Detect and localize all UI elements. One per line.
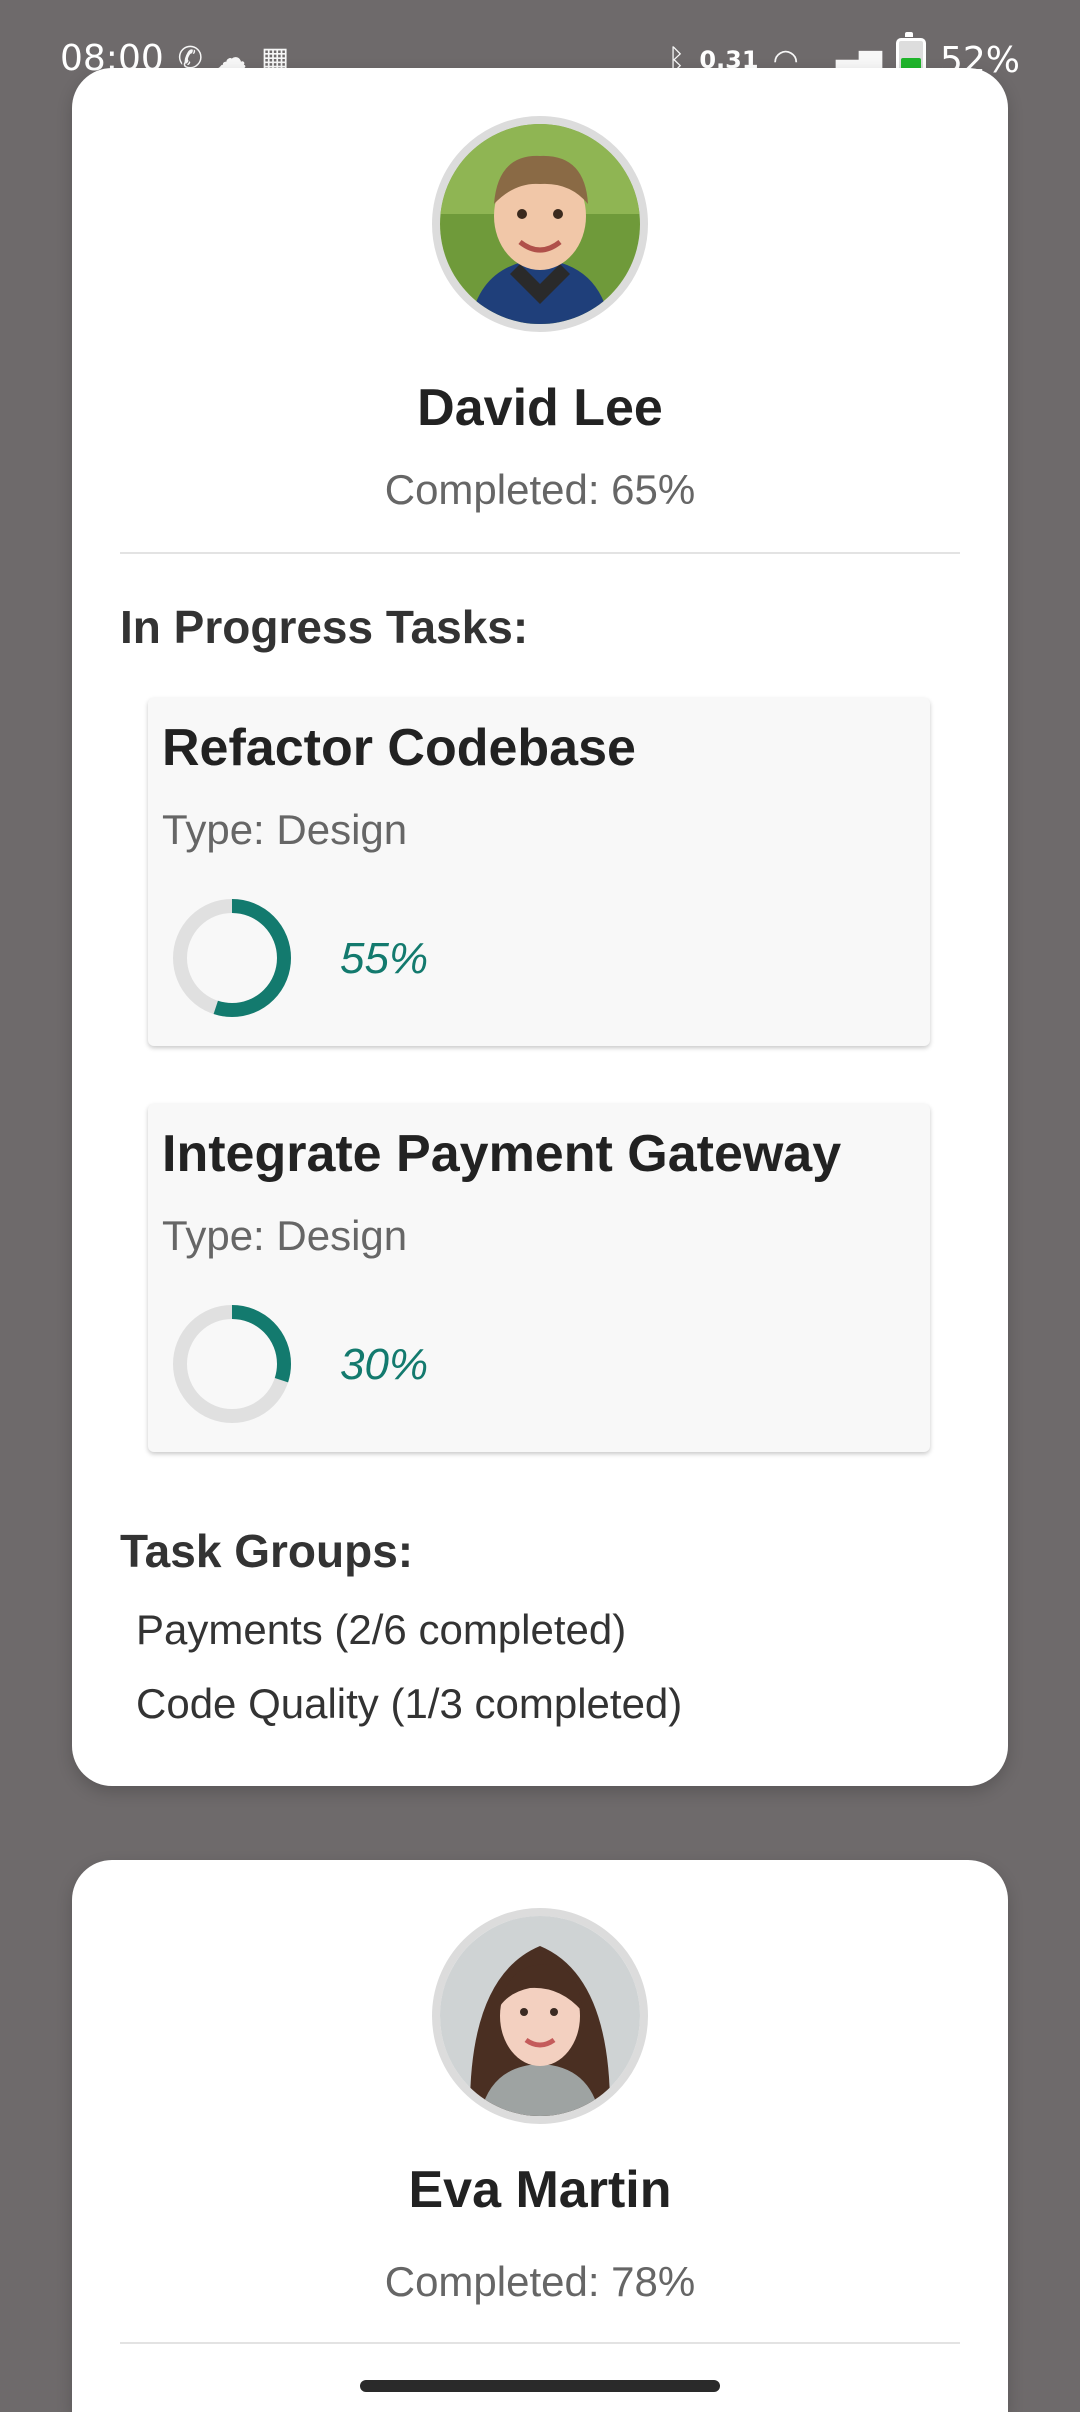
task-progress-ring — [173, 1305, 291, 1423]
task-progress-ring — [173, 899, 291, 1017]
task-group-item[interactable]: Code Quality (1/3 completed) — [136, 1680, 682, 1728]
task-type: Type: Design — [162, 1212, 408, 1259]
avatar — [432, 116, 648, 332]
divider — [120, 2342, 960, 2344]
task-card-integrate-payment-gateway[interactable]: Integrate Payment Gateway Type: Design 3… — [148, 1104, 930, 1452]
member-card-eva-martin[interactable]: Eva Martin Completed: 78% — [72, 1860, 1008, 2412]
member-name: Eva Martin — [408, 2161, 672, 2219]
avatar-photo-woman — [440, 1916, 640, 2116]
task-progress-label: 30% — [340, 1340, 429, 1389]
task-card-refactor-codebase[interactable]: Refactor Codebase Type: Design 55% — [148, 698, 930, 1046]
in-progress-tasks-heading: In Progress Tasks: — [120, 601, 529, 653]
task-title: Integrate Payment Gateway — [162, 1125, 842, 1183]
avatar — [432, 1908, 648, 2124]
member-card-david-lee[interactable]: David Lee Completed: 65% In Progress Tas… — [72, 68, 1008, 1786]
member-completion: Completed: 78% — [384, 2258, 696, 2305]
task-group-item[interactable]: Payments (2/6 completed) — [136, 1606, 626, 1654]
task-progress-label: 55% — [340, 934, 429, 983]
task-type: Type: Design — [162, 806, 408, 853]
divider — [120, 552, 960, 554]
member-completion: Completed: 65% — [384, 466, 696, 513]
home-indicator[interactable] — [360, 2380, 720, 2392]
avatar-photo-boy — [440, 124, 640, 324]
member-name: David Lee — [417, 379, 663, 437]
task-groups-heading: Task Groups: — [120, 1525, 414, 1577]
task-title: Refactor Codebase — [162, 719, 636, 777]
